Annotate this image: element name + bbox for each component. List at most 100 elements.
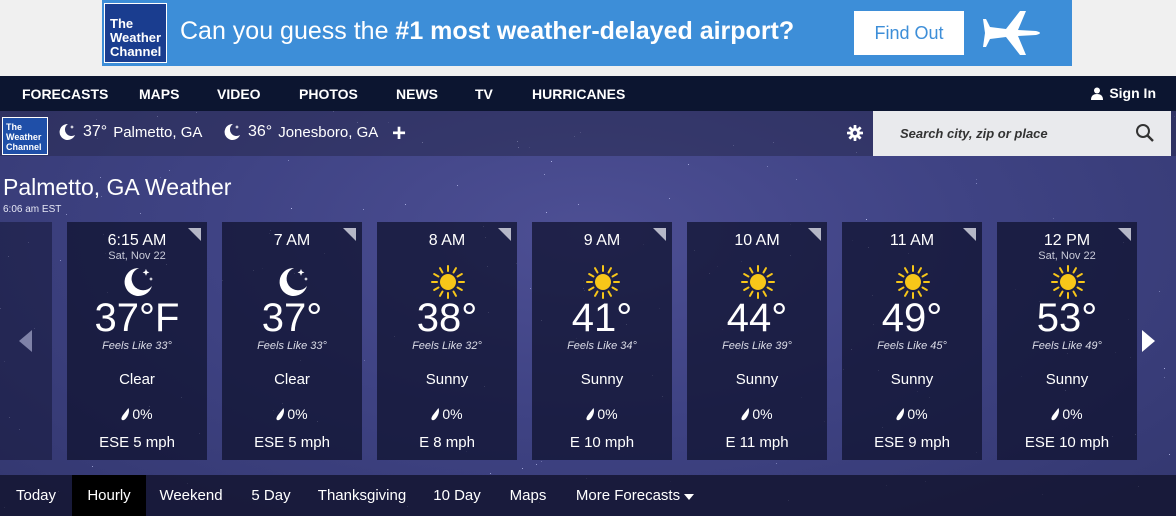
ad-banner[interactable]: The Weather Channel Can you guess the #1…: [102, 0, 1072, 66]
sun-icon: [1050, 264, 1086, 300]
hour-feels-like: Feels Like 45°: [877, 340, 947, 352]
hour-wind: ESE 5 mph: [254, 434, 330, 451]
raindrop-icon: [276, 407, 285, 420]
nav-video[interactable]: VIDEO: [217, 86, 261, 102]
raindrop-icon: [741, 407, 750, 420]
tab-more-forecasts[interactable]: More Forecasts: [566, 475, 704, 516]
tab-maps[interactable]: Maps: [500, 475, 556, 516]
hour-precip: 0%: [67, 406, 207, 422]
user-icon: [1091, 87, 1104, 100]
chevron-left-icon: [19, 330, 32, 352]
hourly-card[interactable]: 6:15 AM Sat, Nov 22 37°F Feels Like 33° Clea…: [67, 222, 207, 460]
ad-headline: Can you guess the #1 most weather-delaye…: [180, 17, 794, 46]
hour-feels-like: Feels Like 49°: [1032, 340, 1102, 352]
forecast-tabs: Today Hourly Weekend 5 Day Thanksgiving …: [0, 475, 1176, 516]
sun-icon: [895, 264, 931, 300]
hour-temperature: 41°: [571, 296, 633, 340]
hour-temperature: 38°: [416, 296, 478, 340]
star-speck: [976, 179, 977, 180]
star-speck: [66, 214, 67, 215]
tab-today[interactable]: Today: [3, 475, 69, 516]
star-speck: [60, 260, 61, 261]
saved-location-temp: 37°: [83, 123, 108, 140]
sun-icon: [585, 264, 621, 300]
nav-news[interactable]: NEWS: [396, 86, 438, 102]
hour-condition: Sunny: [1045, 371, 1089, 388]
hour-precip-value: 0%: [752, 406, 773, 422]
saved-location-jonesboro[interactable]: 36° Jonesboro, GA: [222, 122, 378, 142]
hour-condition: Clear: [119, 371, 155, 388]
hour-feels-like: Feels Like 33°: [257, 340, 327, 352]
hour-condition: Clear: [274, 371, 310, 388]
hour-precip-value: 0%: [287, 406, 308, 422]
hour-precip-value: 0%: [1062, 406, 1083, 422]
twc-logo[interactable]: The Weather Channel: [2, 117, 48, 155]
tab-10-day[interactable]: 10 Day: [425, 475, 489, 516]
find-out-button[interactable]: Find Out: [854, 11, 964, 55]
hour-precip: 0%: [997, 406, 1137, 422]
hourly-card[interactable]: 10 AM 44° Feels Like 39° Sunny 0% E 11 mph: [687, 222, 827, 460]
hour-wind: ESE 5 mph: [99, 434, 175, 451]
carousel-prev-button[interactable]: [0, 222, 52, 460]
sun-icon: [430, 264, 466, 300]
star-speck: [544, 174, 545, 175]
hour-feels-like: Feels Like 39°: [722, 340, 792, 352]
hour-condition: Sunny: [890, 371, 934, 388]
raindrop-icon: [586, 407, 595, 420]
nav-forecasts[interactable]: FORECASTS: [22, 86, 108, 102]
saved-location-name: Jonesboro, GA: [278, 123, 379, 141]
star-speck: [490, 473, 491, 474]
nav-maps[interactable]: MAPS: [139, 86, 179, 102]
hour-date: Sat, Nov 22: [108, 250, 166, 262]
hourly-card[interactable]: 8 AM 38° Feels Like 32° Sunny 0% E 8 mph: [377, 222, 517, 460]
sign-in-link[interactable]: Sign In: [1091, 85, 1156, 101]
star-speck: [546, 212, 547, 213]
more-forecasts-label: More Forecasts: [575, 487, 681, 504]
weather-page: The Weather Channel Can you guess the #1…: [0, 0, 1176, 516]
tab-hourly[interactable]: Hourly: [72, 475, 146, 516]
search-box: [873, 111, 1171, 156]
hourly-card[interactable]: 11 AM 49° Feels Like 45° Sunny 0% ESE 9 mph: [842, 222, 982, 460]
hour-wind: ESE 9 mph: [874, 434, 950, 451]
hour-temperature: 37°F: [94, 296, 180, 340]
tab-thanksgiving[interactable]: Thanksgiving: [310, 475, 414, 516]
moon-icon: [120, 264, 156, 300]
star-speck: [457, 185, 458, 186]
saved-location-temp: 36°: [248, 123, 273, 140]
add-location-button[interactable]: +: [392, 120, 406, 148]
saved-location-palmetto[interactable]: 37° Palmetto, GA: [57, 122, 202, 142]
raindrop-icon: [1051, 407, 1060, 420]
search-input[interactable]: [873, 111, 1123, 156]
airplane-icon: [983, 11, 1040, 55]
gear-icon[interactable]: [845, 123, 865, 143]
star-speck: [551, 161, 552, 162]
hourly-card[interactable]: 9 AM 41° Feels Like 34° Sunny 0% E 10 mph: [532, 222, 672, 460]
hour-precip-value: 0%: [132, 406, 153, 422]
hour-precip-value: 0%: [442, 406, 463, 422]
tab-weekend[interactable]: Weekend: [150, 475, 232, 516]
ad-headline-bold: #1 most weather-delayed airport?: [395, 17, 795, 45]
hour-time: 10 AM: [734, 232, 780, 249]
hour-time: 9 AM: [583, 232, 621, 249]
star-speck: [976, 183, 977, 184]
star-speck: [767, 166, 768, 167]
hourly-card[interactable]: 7 AM 37° Feels Like 33° Clear 0% ESE 5 mph: [222, 222, 362, 460]
search-icon[interactable]: [1135, 123, 1155, 143]
star-speck: [669, 198, 670, 199]
hour-temperature: 53°: [1036, 296, 1098, 340]
nav-tv[interactable]: TV: [475, 86, 493, 102]
sign-in-label: Sign In: [1109, 85, 1156, 101]
hourly-card[interactable]: 12 PM Sat, Nov 22 53° Feels Like 49° Sunny 0%…: [997, 222, 1137, 460]
moon-icon: [59, 123, 75, 140]
star-speck: [1053, 218, 1054, 219]
moon-icon: [224, 123, 240, 140]
star-speck: [363, 209, 364, 210]
hour-precip-value: 0%: [597, 406, 618, 422]
hour-condition: Sunny: [735, 371, 779, 388]
nav-hurricanes[interactable]: HURRICANES: [532, 86, 625, 102]
saved-location-name: Palmetto, GA: [113, 123, 203, 141]
hour-time: 12 PM: [1043, 232, 1091, 249]
tab-5-day[interactable]: 5 Day: [240, 475, 302, 516]
star-speck: [541, 461, 542, 462]
nav-photos[interactable]: PHOTOS: [299, 86, 358, 102]
